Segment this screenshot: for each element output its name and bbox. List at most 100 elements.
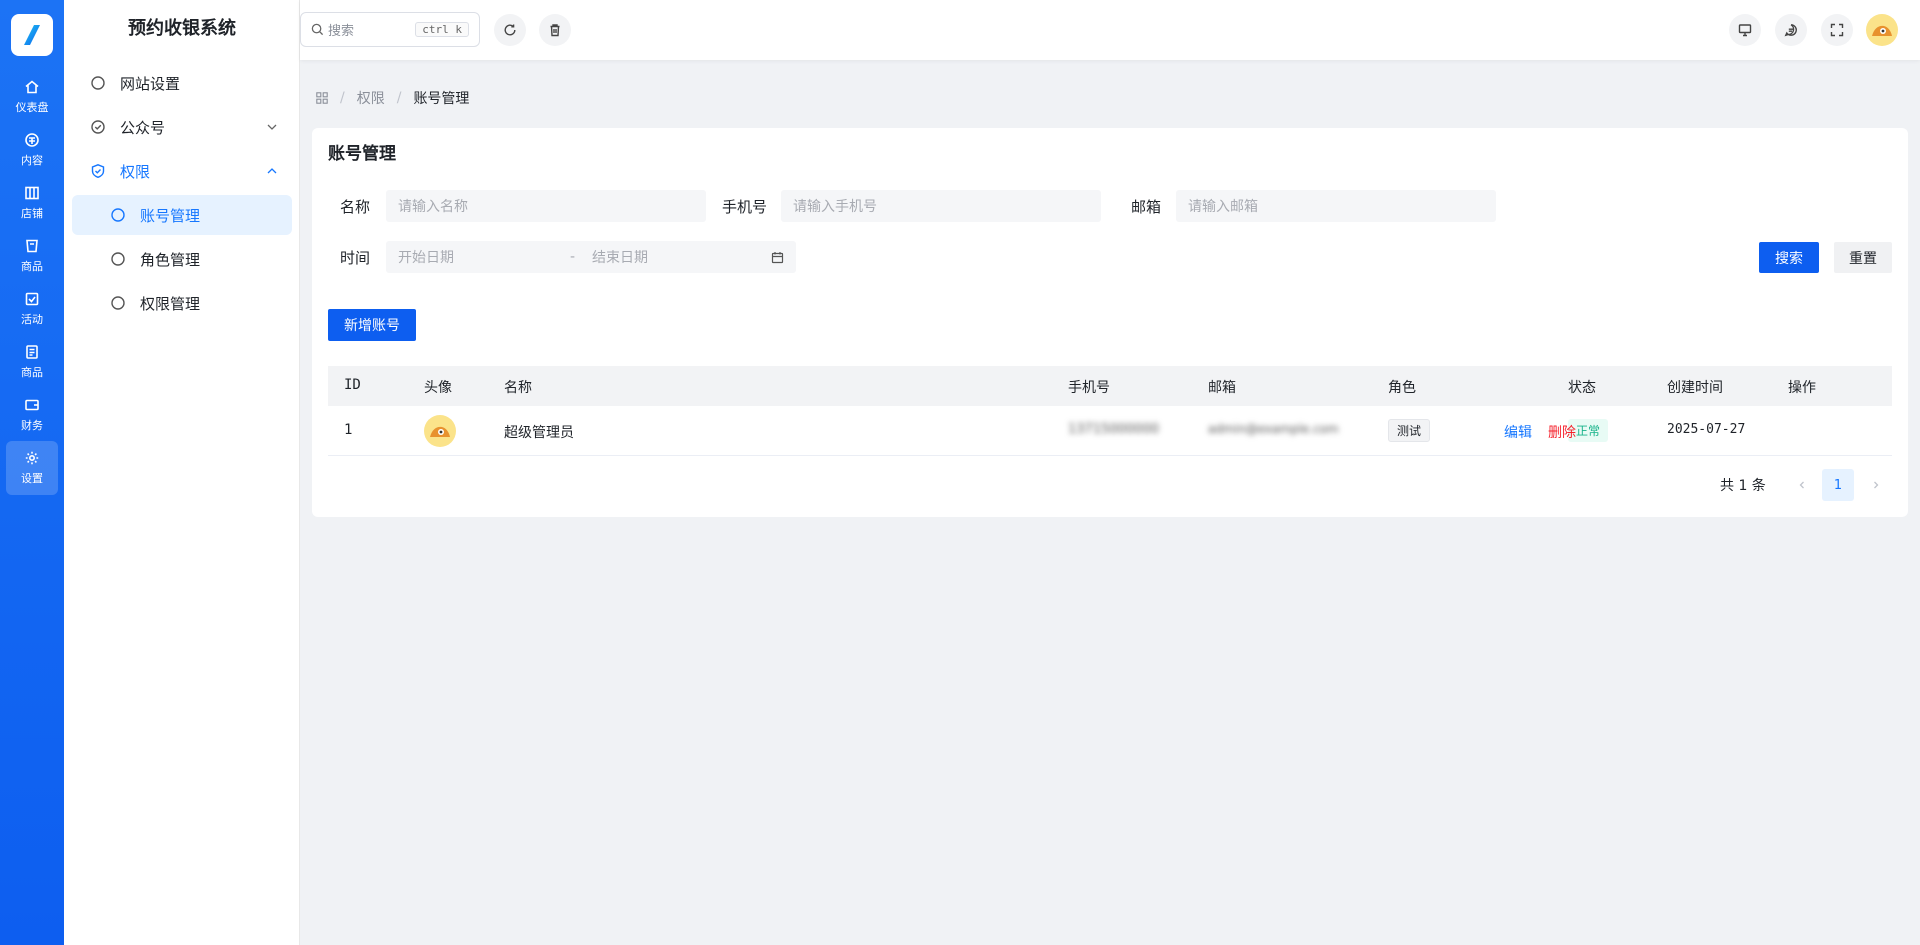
app-logo[interactable]	[11, 14, 53, 56]
rail-label: 活动	[21, 313, 43, 326]
sidebar-item-official-account[interactable]: 公众号	[72, 107, 292, 147]
top-header: 搜索 ctrl k	[300, 0, 1920, 60]
date-range-picker[interactable]: 开始日期 - 结束日期	[386, 241, 796, 273]
cell-email: admin@example.com	[1208, 422, 1339, 436]
end-date-placeholder: 结束日期	[592, 250, 648, 266]
rail-item-store[interactable]: 店铺	[6, 176, 58, 230]
shield-icon	[90, 163, 106, 179]
add-account-button[interactable]: 新增账号	[328, 309, 416, 341]
sidebar-item-role-management[interactable]: 角色管理	[72, 239, 292, 279]
account-management-card: 账号管理 名称 请输入名称 手机号 请输入手机号 邮箱 请输入邮箱 时间 开始日…	[312, 128, 1908, 517]
prev-page-button[interactable]	[1786, 469, 1818, 501]
sidebar-item-site-settings[interactable]: 网站设置	[72, 63, 292, 103]
chevron-right-icon	[1874, 481, 1879, 489]
sidebar-item-label: 角色管理	[140, 250, 201, 269]
calendar-icon	[771, 251, 784, 263]
user-avatar[interactable]	[1866, 14, 1898, 46]
column-actions: 操作	[1788, 380, 1816, 396]
goods-icon	[26, 239, 38, 253]
phone-placeholder: 请输入手机号	[793, 199, 877, 215]
breadcrumb-item[interactable]: 权限	[357, 88, 385, 108]
circle-icon	[110, 251, 126, 267]
sidebar-item-label: 网站设置	[120, 74, 181, 93]
sidebar-item-permission-management[interactable]: 权限管理	[72, 283, 292, 323]
sidebar-item-permissions[interactable]: 权限	[72, 151, 292, 191]
breadcrumb-separator: /	[396, 90, 402, 106]
cell-created: 2025-07-27	[1667, 422, 1746, 437]
rail-item-activity[interactable]: 活动	[6, 282, 58, 336]
chevron-left-icon	[1799, 481, 1804, 489]
goods-list-icon	[26, 345, 38, 359]
rail-label: 内容	[21, 154, 43, 167]
sidebar-item-label: 权限管理	[140, 294, 201, 313]
search-shortcut: ctrl k	[415, 22, 469, 37]
breadcrumb: / 权限 / 账号管理	[316, 88, 469, 108]
name-label: 名称	[340, 198, 371, 216]
circle-icon	[110, 295, 126, 311]
sidebar-item-account-management[interactable]: 账号管理	[72, 195, 292, 235]
table-row: 1 超级管理员 13715000000 admin@example.com 测试…	[328, 406, 1892, 456]
name-input[interactable]: 请输入名称	[386, 190, 706, 222]
phone-input[interactable]: 请输入手机号	[781, 190, 1101, 222]
monitor-icon	[1738, 24, 1752, 37]
pagination-total: 共 1 条	[1720, 478, 1766, 494]
rail-label: 仪表盘	[15, 101, 49, 114]
content-icon	[25, 133, 39, 147]
global-search[interactable]: 搜索 ctrl k	[300, 12, 480, 47]
start-date-placeholder: 开始日期	[398, 250, 454, 266]
rail-item-goods[interactable]: 商品	[6, 229, 58, 283]
phone-label: 手机号	[722, 198, 768, 216]
rail-item-settings[interactable]: 设置	[6, 441, 58, 495]
fullscreen-icon	[1830, 23, 1844, 37]
screen-button[interactable]	[1729, 14, 1761, 46]
time-label: 时间	[340, 249, 371, 267]
column-role: 角色	[1388, 380, 1416, 396]
chevron-down-icon	[267, 124, 277, 130]
search-button[interactable]: 搜索	[1759, 242, 1819, 273]
email-placeholder: 请输入邮箱	[1188, 199, 1258, 215]
reset-button[interactable]: 重置	[1834, 242, 1892, 273]
message-icon	[1784, 24, 1797, 37]
rail-item-finance[interactable]: 财务	[6, 388, 58, 442]
search-icon	[311, 23, 324, 36]
column-avatar: 头像	[424, 380, 452, 396]
rail-item-dashboard[interactable]: 仪表盘	[6, 70, 58, 124]
rail-item-content[interactable]: 内容	[6, 123, 58, 177]
edit-link[interactable]: 编辑	[1504, 422, 1532, 442]
clear-cache-button[interactable]	[539, 14, 571, 46]
fullscreen-button[interactable]	[1821, 14, 1853, 46]
column-created: 创建时间	[1667, 380, 1723, 396]
sidebar-item-label: 账号管理	[140, 206, 201, 225]
role-tag: 测试	[1388, 419, 1431, 442]
avatar-cartoon-icon	[430, 426, 450, 437]
chevron-up-icon	[267, 168, 277, 174]
cell-phone: 13715000000	[1068, 422, 1159, 437]
column-status: 状态	[1568, 380, 1596, 396]
row-avatar	[424, 415, 456, 447]
circle-icon	[110, 207, 126, 223]
sidebar: 预约收银系统 网站设置 公众号 权限 账号管理 角色管理 权限管理	[64, 0, 300, 945]
gear-icon	[25, 451, 39, 465]
page-title: 账号管理	[328, 144, 396, 164]
rail-label: 店铺	[21, 207, 43, 220]
grid-icon[interactable]	[316, 92, 328, 104]
delete-link[interactable]: 删除	[1548, 422, 1576, 442]
message-button[interactable]	[1775, 14, 1807, 46]
app-title: 预约收银系统	[128, 18, 236, 39]
cell-id: 1	[344, 422, 353, 438]
column-name: 名称	[504, 380, 532, 396]
name-placeholder: 请输入名称	[398, 199, 468, 215]
rail-item-goods-list[interactable]: 商品	[6, 335, 58, 389]
refresh-icon	[504, 24, 516, 36]
trash-icon	[550, 24, 560, 37]
email-input[interactable]: 请输入邮箱	[1176, 190, 1496, 222]
sidebar-item-label: 公众号	[120, 118, 166, 137]
page-number[interactable]: 1	[1822, 469, 1854, 501]
rail-label: 财务	[21, 419, 43, 432]
next-page-button[interactable]	[1860, 469, 1892, 501]
search-placeholder: 搜索	[328, 24, 355, 39]
column-phone: 手机号	[1068, 380, 1110, 396]
refresh-button[interactable]	[494, 14, 526, 46]
check-circle-icon	[90, 119, 106, 135]
store-icon	[25, 186, 39, 200]
